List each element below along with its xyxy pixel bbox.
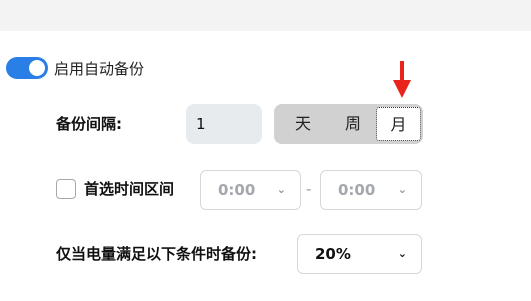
chevron-down-icon: ⌄ (397, 183, 407, 196)
chevron-down-icon: ⌄ (276, 183, 286, 196)
red-arrow-down-icon (393, 61, 411, 98)
start-time-select[interactable]: 0:00 ⌄ (200, 170, 301, 210)
battery-condition-label: 仅当电量满足以下条件时备份: (56, 245, 257, 263)
toggle-knob (29, 60, 45, 76)
start-time-value: 0:00 (218, 181, 256, 199)
unit-month-option[interactable]: 月 (376, 107, 421, 141)
end-time-value: 0:00 (338, 181, 376, 199)
backup-interval-input[interactable] (186, 104, 262, 144)
battery-level-value: 20% (315, 245, 351, 263)
preferred-time-label: 首选时间区间 (84, 180, 175, 198)
auto-backup-toggle[interactable] (6, 57, 48, 79)
preferred-time-checkbox[interactable] (56, 179, 76, 199)
interval-unit-segmented-control: 天 周 月 (274, 104, 423, 144)
backup-interval-label: 备份间隔: (56, 115, 122, 133)
time-range-separator: - (306, 180, 312, 198)
end-time-select[interactable]: 0:00 ⌄ (320, 170, 422, 210)
unit-day-option[interactable]: 天 (284, 104, 322, 144)
battery-level-select[interactable]: 20% ⌄ (297, 234, 422, 274)
chevron-down-icon: ⌄ (397, 247, 407, 260)
auto-backup-label: 启用自动备份 (54, 60, 145, 78)
top-bar (0, 0, 531, 31)
unit-week-option[interactable]: 周 (334, 104, 372, 144)
